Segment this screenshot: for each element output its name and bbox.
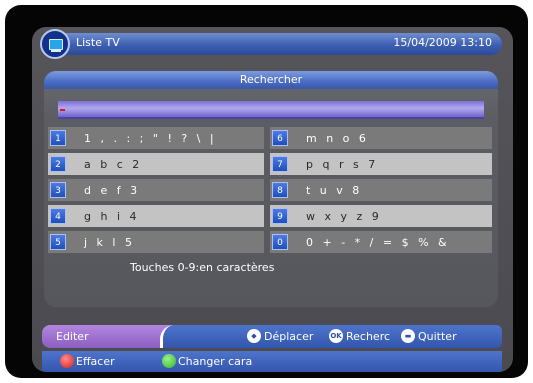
tv-frame: Liste TV 15/04/2009 13:10 Rechercher 1 1…	[5, 5, 528, 378]
key-number-badge: 8	[272, 182, 288, 198]
move-label: Déplacer	[264, 329, 314, 343]
red-button-icon	[60, 354, 74, 368]
navigation-legend: ◆ Déplacer OK Recherc ▬ Quitter	[160, 325, 502, 348]
key-number-badge: 0	[272, 234, 288, 250]
key-characters: g h i 4	[84, 209, 140, 223]
key-row-5[interactable]: 5 j k l 5	[48, 231, 264, 253]
change-label: Changer cara	[178, 354, 253, 368]
key-row-1[interactable]: 1 1 , . : ; " ! ? \ |	[48, 127, 264, 149]
header-datetime: 15/04/2009 13:10	[393, 36, 492, 49]
key-characters: j k l 5	[84, 235, 135, 249]
key-number-badge: 9	[272, 208, 288, 224]
function-bar: Editer ◆ Déplacer OK Recherc ▬ Quitter	[32, 325, 513, 348]
osd-screen: Liste TV 15/04/2009 13:10 Rechercher 1 1…	[32, 27, 513, 372]
key-characters: t u v 8	[306, 183, 363, 197]
hint-text: Touches 0-9:en caractères	[130, 261, 275, 274]
key-number-badge: 7	[272, 156, 288, 172]
erase-label: Effacer	[76, 354, 115, 368]
tv-icon	[40, 29, 70, 59]
search-dialog: Rechercher 1 1 , . : ; " ! ? \ | 2 a b c…	[44, 71, 498, 307]
green-button-icon	[162, 354, 176, 368]
header-bar: Liste TV 15/04/2009 13:10	[40, 29, 502, 59]
search-legend[interactable]: OK Recherc	[329, 329, 390, 343]
erase-action[interactable]: Effacer	[60, 354, 115, 368]
quit-label: Quitter	[418, 329, 457, 343]
key-characters: d e f 3	[84, 183, 141, 197]
key-row-9[interactable]: 9 w x y z 9	[270, 205, 492, 227]
search-label: Recherc	[346, 329, 391, 343]
exit-button-icon: ▬	[401, 329, 415, 343]
header-title: Liste TV	[76, 36, 120, 49]
ok-button-icon: OK	[329, 329, 343, 343]
key-number-badge: 2	[50, 156, 66, 172]
key-characters: 0 + - * / = $ % &	[306, 235, 450, 249]
edit-tab[interactable]: Editer	[42, 325, 172, 348]
arrows-button-icon: ◆	[247, 329, 261, 343]
key-row-4[interactable]: 4 g h i 4	[48, 205, 264, 227]
key-characters: 1 , . : ; " ! ? \ |	[84, 131, 217, 145]
key-row-2[interactable]: 2 a b c 2	[48, 153, 264, 175]
key-characters: p q r s 7	[306, 157, 379, 171]
key-number-badge: 4	[50, 208, 66, 224]
key-number-badge: 3	[50, 182, 66, 198]
key-number-badge: 6	[272, 130, 288, 146]
key-row-6[interactable]: 6 m n o 6	[270, 127, 492, 149]
move-legend[interactable]: ◆ Déplacer	[247, 329, 313, 343]
key-row-0[interactable]: 0 0 + - * / = $ % &	[270, 231, 492, 253]
key-number-badge: 1	[50, 130, 66, 146]
key-characters: m n o 6	[306, 131, 369, 145]
color-key-bar: Effacer Changer cara	[42, 351, 502, 372]
dialog-title: Rechercher	[44, 71, 498, 89]
key-row-8[interactable]: 8 t u v 8	[270, 179, 492, 201]
change-chars-action[interactable]: Changer cara	[162, 354, 252, 368]
quit-legend[interactable]: ▬ Quitter	[401, 329, 457, 343]
key-row-7[interactable]: 7 p q r s 7	[270, 153, 492, 175]
key-number-badge: 5	[50, 234, 66, 250]
text-caret	[60, 109, 65, 111]
key-characters: w x y z 9	[306, 209, 382, 223]
key-row-3[interactable]: 3 d e f 3	[48, 179, 264, 201]
search-input[interactable]	[58, 101, 484, 119]
key-characters: a b c 2	[84, 157, 143, 171]
